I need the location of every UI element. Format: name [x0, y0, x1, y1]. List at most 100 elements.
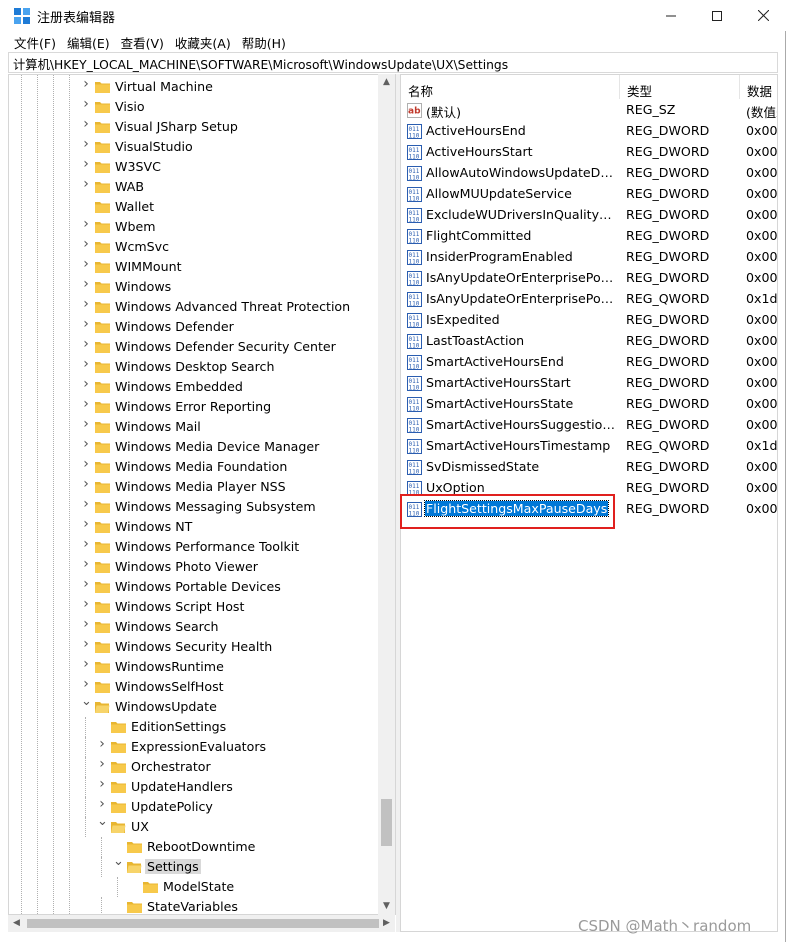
- value-row[interactable]: 011 110 InsiderProgramEnabled REG_DWORD 0x00…: [401, 247, 777, 268]
- chevron-right-icon[interactable]: ›: [81, 177, 91, 191]
- value-row[interactable]: 011110 SvDismissedState REG_DWORD 0x000: [401, 457, 777, 478]
- tree-item[interactable]: › Windows Mail: [9, 417, 379, 437]
- chevron-right-icon[interactable]: ›: [81, 457, 91, 471]
- chevron-right-icon[interactable]: ›: [81, 417, 91, 431]
- tree-item[interactable]: › Windows: [9, 277, 379, 297]
- chevron-right-icon[interactable]: ›: [81, 277, 91, 291]
- value-row[interactable]: 011110 SmartActiveHoursEnd REG_DWORD 0x000: [401, 352, 777, 373]
- chevron-right-icon[interactable]: ›: [97, 777, 107, 791]
- tree-item[interactable]: › Windows Security Health: [9, 637, 379, 657]
- tree-item[interactable]: ⌄ Settings: [9, 855, 379, 877]
- value-row[interactable]: 011 110 IsAnyUpdateOrEnterprisePolicy... RE…: [401, 289, 777, 310]
- value-row[interactable]: 011 110 ExcludeWUDriversInQualityUpd... REG…: [401, 205, 777, 226]
- tree-item[interactable]: › Windows Defender Security Center: [9, 337, 379, 357]
- tree-item[interactable]: › UpdatePolicy: [9, 797, 379, 817]
- scroll-up-arrow-icon[interactable]: ▲: [378, 74, 395, 91]
- chevron-right-icon[interactable]: ›: [81, 437, 91, 451]
- chevron-right-icon[interactable]: ›: [81, 397, 91, 411]
- value-row[interactable]: 011 110 SmartActiveHoursSuggestionSt... REG…: [401, 415, 777, 436]
- tree-item[interactable]: › WindowsRuntime: [9, 657, 379, 677]
- tree-item[interactable]: › W3SVC: [9, 157, 379, 177]
- tree-item[interactable]: ModelState: [9, 877, 379, 897]
- tree-item[interactable]: › WAB: [9, 177, 379, 197]
- value-row[interactable]: ab (默认) REG_SZ (数值未: [401, 100, 777, 121]
- tree-item[interactable]: RebootDowntime: [9, 837, 379, 857]
- tree-item[interactable]: › Windows Error Reporting: [9, 397, 379, 417]
- tree-item[interactable]: › WindowsSelfHost: [9, 677, 379, 697]
- tree-item[interactable]: › Windows Search: [9, 617, 379, 637]
- tree-item[interactable]: › Windows Media Foundation: [9, 457, 379, 477]
- tree-item[interactable]: › Windows NT: [9, 517, 379, 537]
- chevron-right-icon[interactable]: ›: [81, 577, 91, 591]
- tree-item[interactable]: › Visio: [9, 97, 379, 117]
- chevron-down-icon[interactable]: ⌄: [97, 815, 108, 828]
- tree-item[interactable]: › Windows Performance Toolkit: [9, 537, 379, 557]
- tree-item[interactable]: › Visual JSharp Setup: [9, 117, 379, 137]
- chevron-right-icon[interactable]: ›: [81, 297, 91, 311]
- tree-item[interactable]: › Windows Media Device Manager: [9, 437, 379, 457]
- chevron-right-icon[interactable]: ›: [81, 477, 91, 491]
- tree-item[interactable]: › Windows Script Host: [9, 597, 379, 617]
- column-header-data[interactable]: 数据: [740, 75, 777, 99]
- chevron-right-icon[interactable]: ›: [81, 537, 91, 551]
- value-row[interactable]: 011110 AllowMUUpdateService REG_DWORD 0x000: [401, 184, 777, 205]
- tree-item[interactable]: › WcmSvc: [9, 237, 379, 257]
- scroll-right-arrow-icon[interactable]: ▶: [378, 915, 395, 932]
- tree-item[interactable]: Wallet: [9, 197, 379, 217]
- tree-hscroll-thumb[interactable]: [27, 919, 379, 928]
- chevron-right-icon[interactable]: ›: [81, 657, 91, 671]
- chevron-right-icon[interactable]: ›: [97, 757, 107, 771]
- chevron-right-icon[interactable]: ›: [81, 157, 91, 171]
- tree-item[interactable]: › Windows Embedded: [9, 377, 379, 397]
- value-row[interactable]: 011 110 SmartActiveHoursState REG_DWORD 0x00…: [401, 394, 777, 415]
- menu-edit[interactable]: 编辑(E): [62, 31, 115, 52]
- scroll-down-arrow-icon[interactable]: ▼: [378, 898, 395, 915]
- tree-item[interactable]: EditionSettings: [9, 717, 379, 737]
- tree-item[interactable]: › Virtual Machine: [9, 77, 379, 97]
- chevron-right-icon[interactable]: ›: [81, 597, 91, 611]
- menu-help[interactable]: 帮助(H): [237, 31, 291, 52]
- tree-item[interactable]: › Windows Portable Devices: [9, 577, 379, 597]
- tree-item[interactable]: › Windows Advanced Threat Protection: [9, 297, 379, 317]
- chevron-right-icon[interactable]: ›: [81, 617, 91, 631]
- column-header-type[interactable]: 类型: [620, 75, 740, 99]
- tree-item[interactable]: › Wbem: [9, 217, 379, 237]
- value-row[interactable]: 011110 IsExpedited REG_DWORD 0x000: [401, 310, 777, 331]
- tree-item[interactable]: › ExpressionEvaluators: [9, 737, 379, 757]
- column-header-name[interactable]: 名称: [401, 75, 620, 99]
- chevron-right-icon[interactable]: ›: [81, 77, 91, 91]
- tree-item[interactable]: StateVariables: [9, 897, 379, 914]
- close-button[interactable]: [740, 0, 786, 31]
- tree-horizontal-scrollbar[interactable]: ◀ ▶: [8, 915, 395, 932]
- value-row[interactable]: 011 110 AllowAutoWindowsUpdateDow... REG_DW…: [401, 163, 777, 184]
- tree-item[interactable]: › VisualStudio: [9, 137, 379, 157]
- address-bar[interactable]: 计算机\HKEY_LOCAL_MACHINE\SOFTWARE\Microsof…: [8, 52, 778, 73]
- tree-item[interactable]: › Windows Defender: [9, 317, 379, 337]
- tree-item[interactable]: › Windows Desktop Search: [9, 357, 379, 377]
- chevron-right-icon[interactable]: ›: [81, 217, 91, 231]
- value-row[interactable]: 011110 ActiveHoursEnd REG_DWORD 0x000: [401, 121, 777, 142]
- chevron-right-icon[interactable]: ›: [81, 137, 91, 151]
- tree-scroll-thumb[interactable]: [381, 799, 392, 846]
- tree-vertical-scrollbar[interactable]: ▲ ▼: [378, 74, 395, 915]
- chevron-right-icon[interactable]: ›: [81, 337, 91, 351]
- maximize-button[interactable]: [694, 0, 740, 31]
- value-row[interactable]: 011110 LastToastAction REG_DWORD 0x000: [401, 331, 777, 352]
- tree-item[interactable]: ⌄ WindowsUpdate: [9, 695, 379, 717]
- chevron-down-icon[interactable]: ⌄: [113, 855, 124, 868]
- tree-item[interactable]: › Windows Messaging Subsystem: [9, 497, 379, 517]
- chevron-right-icon[interactable]: ›: [81, 517, 91, 531]
- minimize-button[interactable]: [648, 0, 694, 31]
- value-row[interactable]: 011 110 IsAnyUpdateOrEnterprisePolicy... RE…: [401, 268, 777, 289]
- chevron-right-icon[interactable]: ›: [81, 677, 91, 691]
- menu-file[interactable]: 文件(F): [9, 31, 61, 52]
- chevron-right-icon[interactable]: ›: [81, 97, 91, 111]
- value-row[interactable]: 011110 ActiveHoursStart REG_DWORD 0x000: [401, 142, 777, 163]
- title-bar[interactable]: 注册表编辑器: [0, 0, 786, 31]
- tree-item[interactable]: › Windows Photo Viewer: [9, 557, 379, 577]
- chevron-down-icon[interactable]: ⌄: [81, 695, 92, 708]
- chevron-right-icon[interactable]: ›: [97, 737, 107, 751]
- chevron-right-icon[interactable]: ›: [81, 237, 91, 251]
- scroll-left-arrow-icon[interactable]: ◀: [8, 915, 25, 932]
- chevron-right-icon[interactable]: ›: [81, 117, 91, 131]
